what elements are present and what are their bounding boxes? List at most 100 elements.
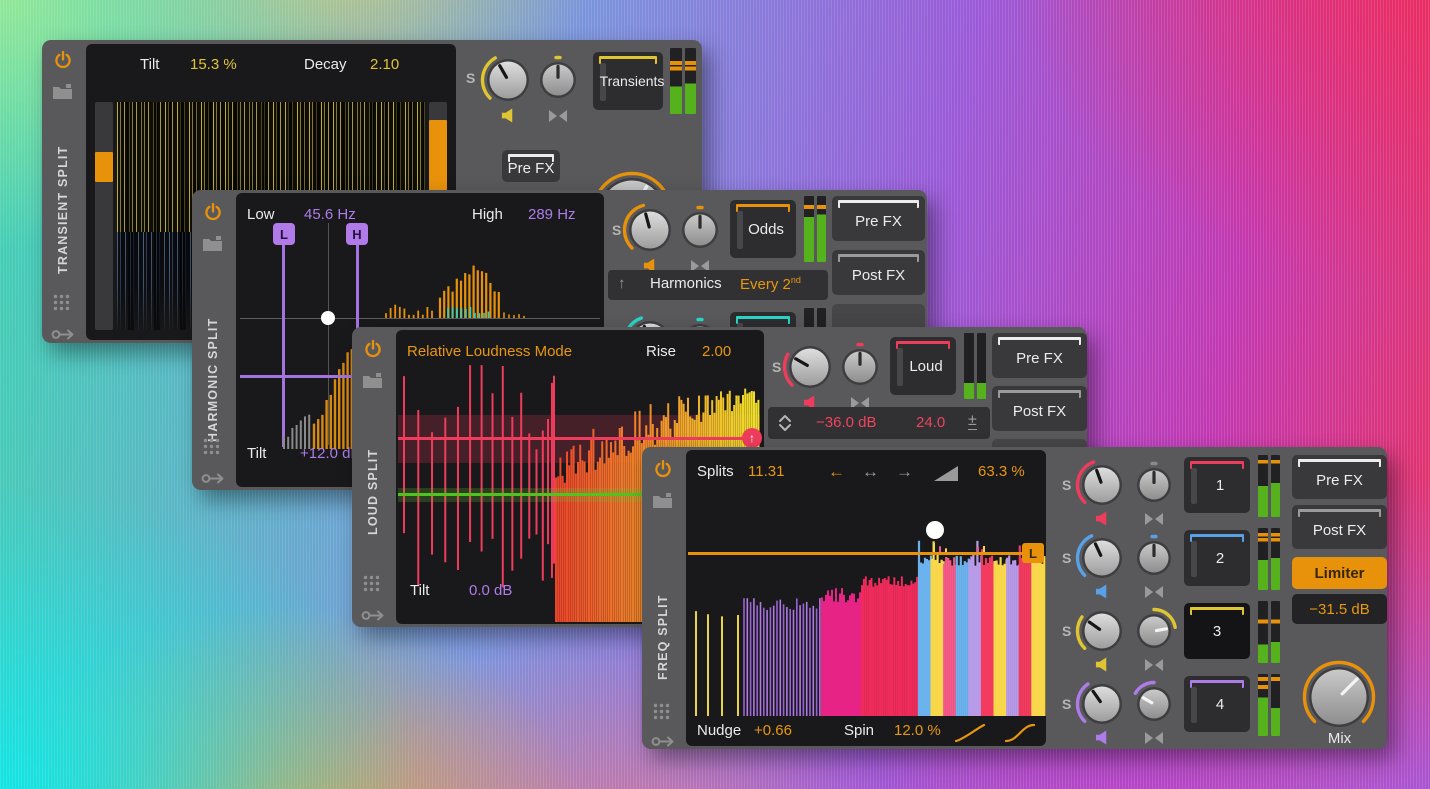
- power-icon[interactable]: [653, 459, 673, 479]
- pan-knob[interactable]: [834, 341, 886, 398]
- channel-button-1[interactable]: 1: [1184, 457, 1250, 513]
- slope-curve-icon[interactable]: [954, 723, 986, 743]
- volume-knob[interactable]: [621, 201, 679, 264]
- device-title: FREQ SPLIT: [648, 557, 678, 717]
- pre-fx-label: Pre FX: [855, 207, 902, 230]
- freq-display: Splits 11.31 ← ↔ → 63.3 % L Nudge +0.66 …: [686, 450, 1046, 746]
- pan-knob[interactable]: [532, 54, 584, 111]
- mix-knob[interactable]: [1301, 659, 1377, 740]
- channel-bracket: [736, 316, 790, 324]
- tilt-value[interactable]: 0.0 dB: [469, 582, 512, 599]
- pan-knob-3[interactable]: [1129, 606, 1179, 661]
- pan-icon-1: [1144, 512, 1164, 526]
- solo-button-4[interactable]: S: [1062, 696, 1071, 712]
- preset-folder-icon[interactable]: [363, 373, 382, 388]
- control-dot[interactable]: [926, 521, 944, 539]
- threshold-row[interactable]: −36.0 dB 24.0 ±: [768, 407, 990, 439]
- pre-fx-button[interactable]: Pre FX: [992, 333, 1087, 378]
- level-meter: [964, 333, 986, 399]
- remote-controls-icon[interactable]: [53, 294, 70, 311]
- pan-icon-2: [1144, 585, 1164, 599]
- pre-fx-label: Pre FX: [1016, 344, 1063, 367]
- preset-folder-icon[interactable]: [653, 493, 672, 508]
- post-fx-button[interactable]: Post FX: [832, 250, 925, 295]
- mapping-icon[interactable]: [361, 609, 385, 622]
- expand-icon[interactable]: [778, 414, 792, 432]
- volume-knob[interactable]: [479, 51, 537, 114]
- split-line[interactable]: [688, 552, 1026, 555]
- harmonics-value[interactable]: Every 2nd: [740, 275, 801, 293]
- mapping-icon[interactable]: [651, 735, 675, 748]
- arrow-up-icon: ↑: [749, 431, 755, 445]
- channel-label-3: 3: [1213, 623, 1221, 640]
- volume-knob-3[interactable]: [1074, 603, 1130, 664]
- volume-knob-1[interactable]: [1074, 457, 1130, 518]
- level-meter: [670, 48, 696, 114]
- volume-knob[interactable]: [781, 338, 839, 401]
- remote-controls-icon[interactable]: [203, 438, 220, 455]
- channel-bracket: [736, 204, 790, 212]
- post-fx-label: Post FX: [852, 261, 905, 284]
- power-icon[interactable]: [53, 50, 73, 70]
- solo-button[interactable]: S: [772, 359, 781, 375]
- pan-knob-4[interactable]: [1129, 679, 1179, 734]
- power-icon[interactable]: [203, 202, 223, 222]
- remote-controls-icon[interactable]: [363, 575, 380, 592]
- pre-fx-button[interactable]: Pre FX: [1292, 455, 1387, 499]
- channel-button-transients[interactable]: Transients: [593, 52, 663, 110]
- mix-label: Mix: [1292, 730, 1387, 747]
- channel-button-3[interactable]: 3: [1184, 603, 1250, 659]
- post-fx-bracket: [1298, 509, 1381, 517]
- pan-knob-2[interactable]: [1129, 533, 1179, 588]
- split-marker-tag[interactable]: L: [1022, 543, 1044, 563]
- decay-value[interactable]: 2.10: [370, 56, 399, 73]
- mapping-icon[interactable]: [51, 328, 75, 341]
- solo-button-3[interactable]: S: [1062, 623, 1071, 639]
- mapping-icon[interactable]: [201, 472, 225, 485]
- channel-stripe: [897, 348, 903, 386]
- volume-knob-2[interactable]: [1074, 530, 1130, 591]
- spin-label: Spin: [844, 722, 874, 739]
- post-fx-button[interactable]: Post FX: [992, 386, 1087, 431]
- plus-minus-icon[interactable]: ±: [968, 412, 977, 430]
- harmonics-row[interactable]: ↑ Harmonics Every 2nd: [608, 270, 828, 300]
- power-icon[interactable]: [363, 339, 383, 359]
- limiter-button[interactable]: Limiter: [1292, 557, 1387, 589]
- channel-button-odds[interactable]: Odds: [730, 200, 796, 258]
- channel-button-2[interactable]: 2: [1184, 530, 1250, 586]
- threshold-value[interactable]: −36.0 dB: [816, 414, 876, 431]
- volume-knob-4[interactable]: [1074, 676, 1130, 737]
- solo-button[interactable]: S: [612, 222, 621, 238]
- left-slider[interactable]: [95, 102, 113, 330]
- s-curve-icon[interactable]: [1004, 723, 1036, 743]
- post-fx-button[interactable]: Post FX: [1292, 505, 1387, 549]
- remote-controls-icon[interactable]: [653, 703, 670, 720]
- speaker-icon-2: [1095, 584, 1110, 599]
- crosshair-dot[interactable]: [321, 311, 335, 325]
- range-value[interactable]: 24.0: [916, 414, 945, 431]
- solo-button-1[interactable]: S: [1062, 477, 1071, 493]
- preset-folder-icon[interactable]: [203, 236, 222, 251]
- channel-stripe-1: [1191, 468, 1197, 504]
- solo-button[interactable]: S: [466, 70, 475, 86]
- channel-button-loud[interactable]: Loud: [890, 337, 956, 395]
- pan-knob[interactable]: [674, 204, 726, 261]
- spin-value[interactable]: 12.0 %: [894, 722, 941, 739]
- solo-button-2[interactable]: S: [1062, 550, 1071, 566]
- channel-bracket: [896, 341, 950, 349]
- preset-folder-icon[interactable]: [53, 84, 72, 99]
- limiter-threshold[interactable]: −31.5 dB: [1292, 594, 1387, 624]
- shift-up-icon[interactable]: ↑: [618, 275, 626, 292]
- loud-threshold-line[interactable]: [398, 437, 750, 440]
- nudge-value[interactable]: +0.66: [754, 722, 792, 739]
- channel-button-4[interactable]: 4: [1184, 676, 1250, 732]
- loud-threshold-handle[interactable]: ↑: [742, 428, 762, 448]
- pan-knob-1[interactable]: [1129, 460, 1179, 515]
- tilt-value[interactable]: 15.3 %: [190, 56, 237, 73]
- nudge-label: Nudge: [697, 722, 741, 739]
- pre-fx-bracket: [998, 337, 1081, 345]
- pre-fx-button[interactable]: Pre FX: [832, 196, 925, 241]
- channel-bracket-4: [1190, 680, 1244, 688]
- channel-bracket-1: [1190, 461, 1244, 469]
- pre-fx-button[interactable]: Pre FX: [502, 150, 560, 182]
